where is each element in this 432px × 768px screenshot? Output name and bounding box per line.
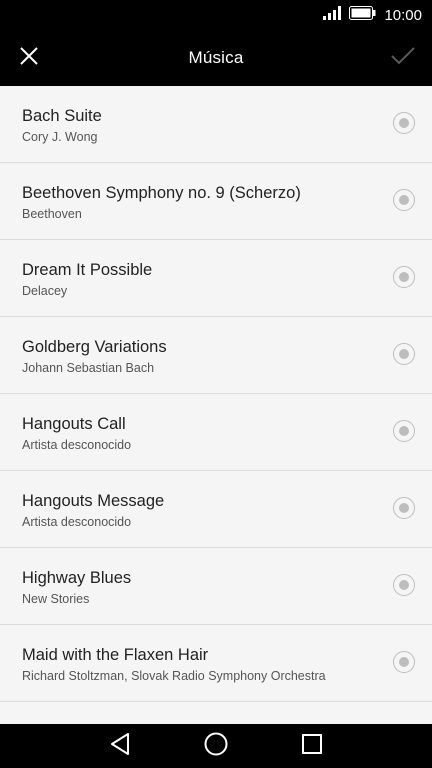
radio-dot-icon bbox=[399, 349, 409, 359]
radio-dot-icon bbox=[399, 272, 409, 282]
track-artist: Beethoven bbox=[22, 207, 82, 221]
check-icon bbox=[391, 46, 415, 70]
page-title: Música bbox=[188, 48, 244, 67]
track-radio-button[interactable] bbox=[393, 266, 415, 288]
radio-dot-icon bbox=[399, 657, 409, 667]
recents-button[interactable] bbox=[282, 724, 342, 768]
track-title: Highway Blues bbox=[22, 569, 132, 587]
track-title: Maid with the Flaxen Hair bbox=[22, 646, 209, 664]
track-row[interactable]: Dream It Possible Delacey bbox=[0, 240, 432, 317]
track-row[interactable]: Hangouts Message Artista desconocido bbox=[0, 471, 432, 548]
track-title: Beethoven Symphony no. 9 (Scherzo) bbox=[22, 184, 301, 202]
track-row[interactable]: Maid with the Flaxen Hair Richard Stoltzm… bbox=[0, 625, 432, 702]
track-row[interactable]: Highway Blues New Stories bbox=[0, 548, 432, 625]
track-artist: Johann Sebastian Bach bbox=[22, 361, 155, 375]
track-artist: Delacey bbox=[22, 284, 68, 298]
track-radio-button[interactable] bbox=[393, 112, 415, 134]
back-button[interactable] bbox=[90, 724, 150, 768]
home-circle-icon bbox=[204, 732, 228, 761]
track-artist: Cory J. Wong bbox=[22, 130, 98, 144]
track-row[interactable] bbox=[0, 702, 432, 724]
radio-dot-icon bbox=[399, 195, 409, 205]
track-row[interactable]: Goldberg Variations Johann Sebastian Bach bbox=[0, 317, 432, 394]
status-time: 10:00 bbox=[384, 6, 422, 24]
radio-dot-icon bbox=[399, 426, 409, 436]
track-artist: Artista desconocido bbox=[22, 515, 132, 529]
radio-dot-icon bbox=[399, 503, 409, 513]
radio-dot-icon bbox=[399, 580, 409, 590]
status-bar: 10:00 bbox=[0, 0, 432, 30]
home-button[interactable] bbox=[186, 724, 246, 768]
track-artist: Artista desconocido bbox=[22, 438, 132, 452]
track-radio-button[interactable] bbox=[393, 651, 415, 673]
track-row[interactable]: Beethoven Symphony no. 9 (Scherzo) Beetho… bbox=[0, 163, 432, 240]
navigation-bar bbox=[0, 724, 432, 768]
track-artist: New Stories bbox=[22, 592, 90, 606]
app-bar: Música bbox=[0, 30, 432, 86]
track-radio-button[interactable] bbox=[393, 574, 415, 596]
track-title: Goldberg Variations bbox=[22, 338, 167, 356]
radio-dot-icon bbox=[399, 118, 409, 128]
track-radio-button[interactable] bbox=[393, 497, 415, 519]
signal-bars-icon bbox=[323, 5, 342, 25]
recents-square-icon bbox=[302, 733, 322, 759]
battery-full-icon bbox=[349, 5, 376, 25]
track-row[interactable]: Bach Suite Cory J. Wong bbox=[0, 86, 432, 163]
track-title: Dream It Possible bbox=[22, 261, 153, 279]
track-row[interactable]: Hangouts Call Artista desconocido bbox=[0, 394, 432, 471]
confirm-button[interactable] bbox=[383, 38, 423, 78]
track-title: Hangouts Message bbox=[22, 492, 165, 510]
track-artist: Richard Stoltzman, Slovak Radio Symphony… bbox=[22, 669, 326, 683]
track-title: Bach Suite bbox=[22, 107, 102, 125]
back-triangle-icon bbox=[110, 732, 130, 760]
track-title: Hangouts Call bbox=[22, 415, 126, 433]
track-list: Bach Suite Cory J. Wong Beethoven Symphony… bbox=[0, 86, 432, 724]
track-radio-button[interactable] bbox=[393, 420, 415, 442]
track-radio-button[interactable] bbox=[393, 189, 415, 211]
track-radio-button[interactable] bbox=[393, 343, 415, 365]
